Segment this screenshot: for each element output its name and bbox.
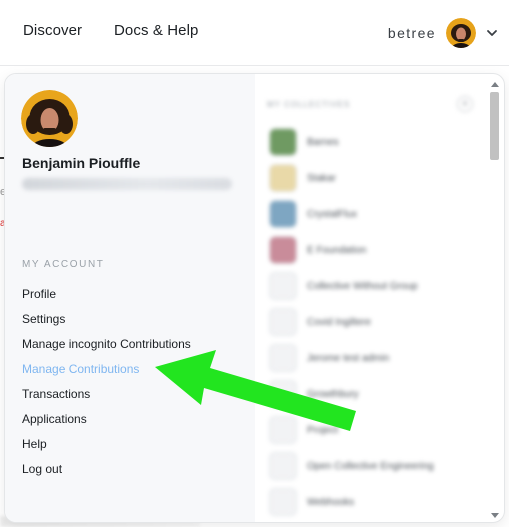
dropdown-scrollbar[interactable] xyxy=(489,82,500,518)
collective-item[interactable]: Collective Without Group xyxy=(269,268,434,304)
collective-item[interactable]: Project xyxy=(269,412,434,448)
menu-item-settings[interactable]: Settings xyxy=(22,307,191,332)
add-collective-icon[interactable]: + xyxy=(457,96,473,112)
scroll-up-arrow-icon[interactable] xyxy=(491,82,499,87)
collective-logo xyxy=(269,380,297,408)
menu-item-applications[interactable]: Applications xyxy=(22,407,191,432)
collective-name: Jerome test admin xyxy=(307,352,390,364)
collective-logo xyxy=(269,344,297,372)
collective-item[interactable]: Barnes xyxy=(269,124,434,160)
scroll-down-arrow-icon[interactable] xyxy=(491,513,499,518)
menu-item-transactions[interactable]: Transactions xyxy=(22,382,191,407)
account-pane: Benjamin Piouffle MY ACCOUNT Profile Sett… xyxy=(5,74,255,522)
collectives-list: Barnes Stakar CrystalFlux E Foundation Colle… xyxy=(269,124,434,520)
nav-docs-help-link[interactable]: Docs & Help xyxy=(114,22,198,39)
collectives-header-label: MY COLLECTIVES xyxy=(267,99,351,109)
user-dropdown-panel: Benjamin Piouffle MY ACCOUNT Profile Sett… xyxy=(4,73,505,523)
account-menu: Profile Settings Manage incognito Contribu… xyxy=(22,282,191,482)
profile-name: Benjamin Piouffle xyxy=(22,155,141,171)
collective-logo xyxy=(269,200,297,228)
menu-item-manage-contributions[interactable]: Manage Contributions xyxy=(22,357,191,382)
user-menu-toggle[interactable]: betree xyxy=(388,16,499,50)
collective-name: Barnes xyxy=(307,136,339,148)
menu-item-manage-incognito-contributions[interactable]: Manage incognito Contributions xyxy=(22,332,191,357)
collective-item[interactable]: Jerome test admin xyxy=(269,340,434,376)
collective-name: Project xyxy=(307,424,339,436)
username-label: betree xyxy=(387,25,436,41)
profile-email-redacted xyxy=(22,178,232,190)
collective-logo xyxy=(269,488,297,516)
menu-item-profile[interactable]: Profile xyxy=(22,282,191,307)
collective-item[interactable]: Webhooks xyxy=(269,484,434,520)
collective-item[interactable]: CrystalFlux xyxy=(269,196,434,232)
chevron-down-icon xyxy=(487,30,497,36)
collective-name: Stakar xyxy=(307,172,336,184)
collective-item[interactable]: Stakar xyxy=(269,160,434,196)
collective-logo xyxy=(269,452,297,480)
my-account-heading: MY ACCOUNT xyxy=(22,259,105,270)
menu-item-log-out[interactable]: Log out xyxy=(22,457,191,482)
collective-name: Open Collective Engineering xyxy=(307,460,434,472)
collective-logo xyxy=(269,164,297,192)
nav-discover-link[interactable]: Discover xyxy=(23,22,82,39)
collective-name: Covid Ingiltere xyxy=(307,316,371,328)
collective-name: E Foundation xyxy=(307,244,367,256)
menu-item-help[interactable]: Help xyxy=(22,432,191,457)
collective-name: Collective Without Group xyxy=(307,280,418,292)
user-avatar-small xyxy=(446,18,476,48)
collective-item[interactable]: Covid Ingiltere xyxy=(269,304,434,340)
collectives-header: MY COLLECTIVES + xyxy=(267,94,473,114)
collective-logo xyxy=(269,236,297,264)
scrollbar-thumb[interactable] xyxy=(490,92,499,160)
collective-name: Growthbury xyxy=(307,388,359,400)
collective-name: CrystalFlux xyxy=(307,208,358,220)
collective-logo xyxy=(269,272,297,300)
collective-item[interactable]: E Foundation xyxy=(269,232,434,268)
collective-logo xyxy=(269,416,297,444)
collective-item[interactable]: Open Collective Engineering xyxy=(269,448,434,484)
collectives-pane: MY COLLECTIVES + Barnes Stakar CrystalFlux… xyxy=(255,74,490,522)
profile-avatar[interactable] xyxy=(21,90,78,147)
collective-item[interactable]: Growthbury xyxy=(269,376,434,412)
collective-logo xyxy=(269,308,297,336)
collective-logo xyxy=(269,128,297,156)
collective-name: Webhooks xyxy=(307,496,355,508)
top-navigation: Discover Docs & Help betree xyxy=(0,0,509,66)
